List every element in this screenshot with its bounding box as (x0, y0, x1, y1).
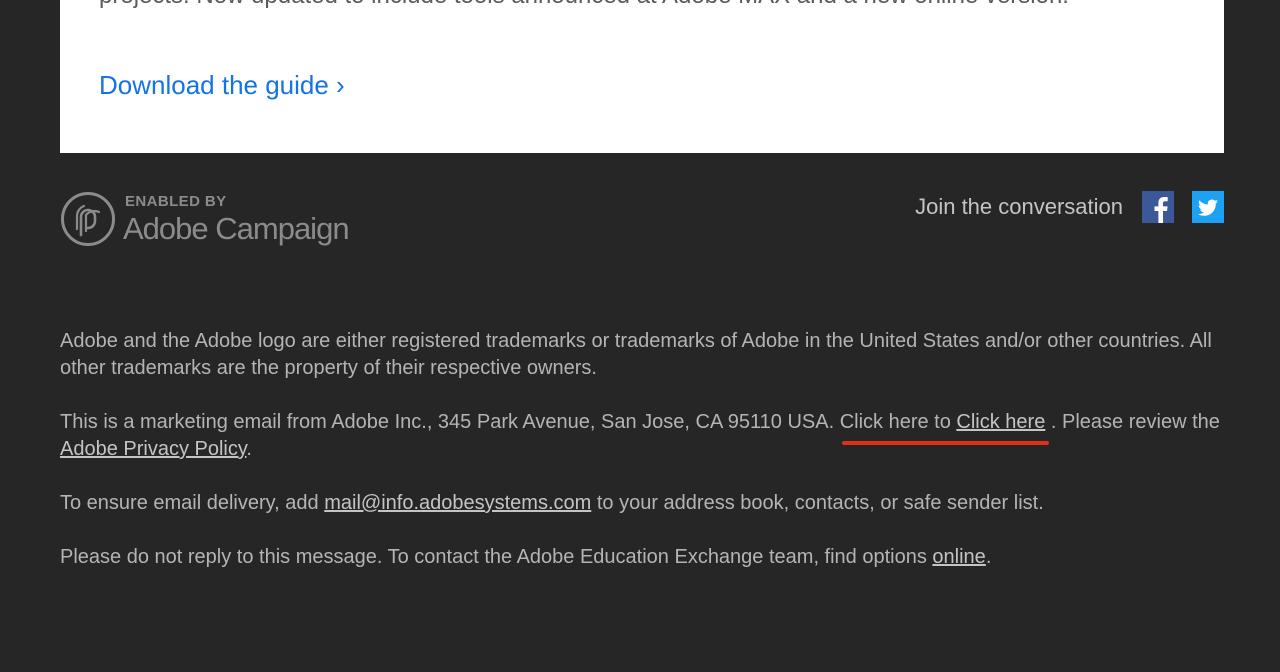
adobe-campaign-badge: ENABLED BY Adobe Campaign (60, 190, 350, 252)
marketing-middle-text: . Please review the (1050, 411, 1220, 433)
online-link[interactable]: online (932, 546, 985, 568)
click-here-link[interactable]: Click here (956, 411, 1045, 433)
delivery-notice: To ensure email delivery, add mail@info.… (60, 490, 1220, 517)
guide-card: projects. Now updated to include tools a… (60, 0, 1224, 153)
contact-prefix-text: Please do not reply to this message. To … (60, 546, 927, 568)
delivery-suffix-text: to your address book, contacts, or safe … (596, 492, 1044, 514)
contact-period: . (985, 546, 992, 568)
download-guide-link[interactable]: Download the guide › (99, 67, 345, 103)
adobe-campaign-wordmark: Adobe Campaign (123, 211, 350, 246)
sender-email-link[interactable]: mail@info.adobesystems.com (324, 492, 591, 514)
marketing-notice: This is a marketing email from Adobe Inc… (60, 409, 1220, 463)
facebook-icon (1142, 191, 1174, 223)
enabled-by-label: ENABLED BY (125, 193, 227, 210)
marketing-address-text: This is a marketing email from Adobe Inc… (60, 411, 835, 433)
facebook-link[interactable] (1142, 191, 1174, 223)
social-bar: Join the conversation (915, 191, 1224, 223)
adobe-campaign-logo-icon (61, 192, 115, 246)
delivery-prefix-text: To ensure email delivery, add (60, 492, 319, 514)
twitter-link[interactable] (1192, 191, 1224, 223)
trademark-notice: Adobe and the Adobe logo are either regi… (60, 330, 1212, 379)
join-conversation-label: Join the conversation (915, 194, 1123, 219)
highlighted-unsubscribe-text: Click here to Click here (839, 409, 1049, 445)
privacy-policy-link[interactable]: Adobe Privacy Policy (60, 438, 246, 460)
contact-notice: Please do not reply to this message. To … (60, 544, 1220, 571)
guide-description: projects. Now updated to include tools a… (99, 0, 1149, 14)
twitter-icon (1192, 191, 1224, 223)
click-here-to-text: Click here to (839, 411, 951, 433)
legal-footer: Adobe and the Adobe logo are either regi… (60, 328, 1220, 598)
privacy-period: . (246, 438, 252, 460)
